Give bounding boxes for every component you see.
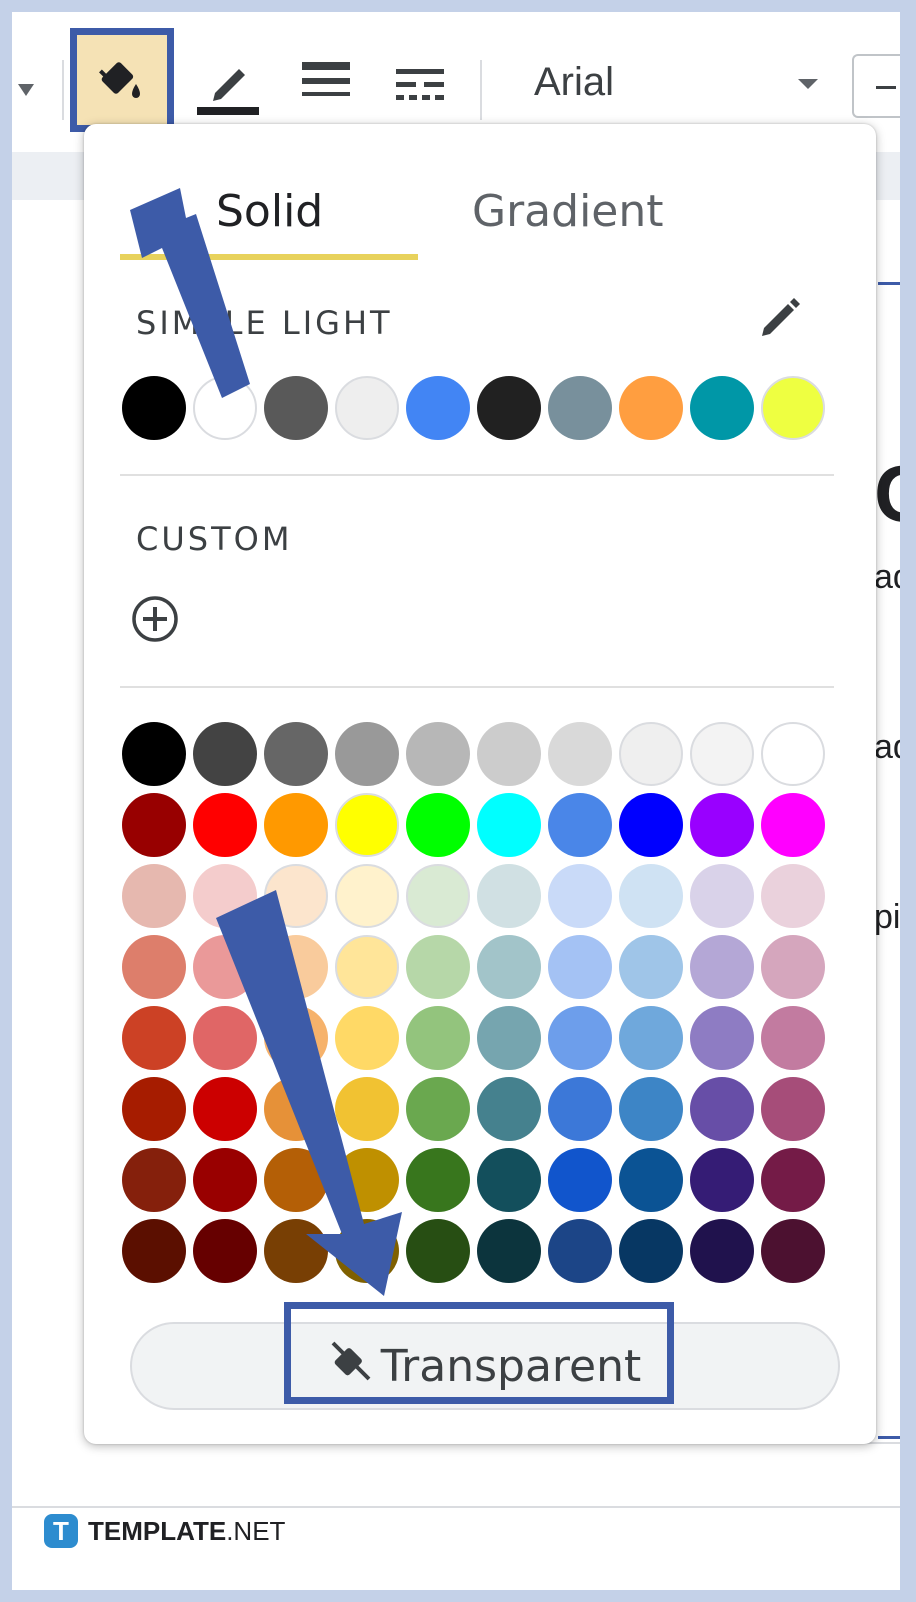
screenshot-frame: Arial C ad ad pi Solid Gradient SIMPLE L…	[0, 0, 916, 1602]
template-net-logo: T TEMPLATE.NET	[44, 1514, 285, 1548]
annotation-arrows	[130, 188, 402, 1296]
logo-brand-light: .NET	[226, 1515, 286, 1546]
logo-brand-bold: TEMPLATE	[88, 1515, 227, 1546]
arrow-to-fill-button	[130, 188, 250, 398]
arrow-to-transparent-button	[216, 890, 402, 1296]
logo-mark: T	[44, 1514, 78, 1548]
